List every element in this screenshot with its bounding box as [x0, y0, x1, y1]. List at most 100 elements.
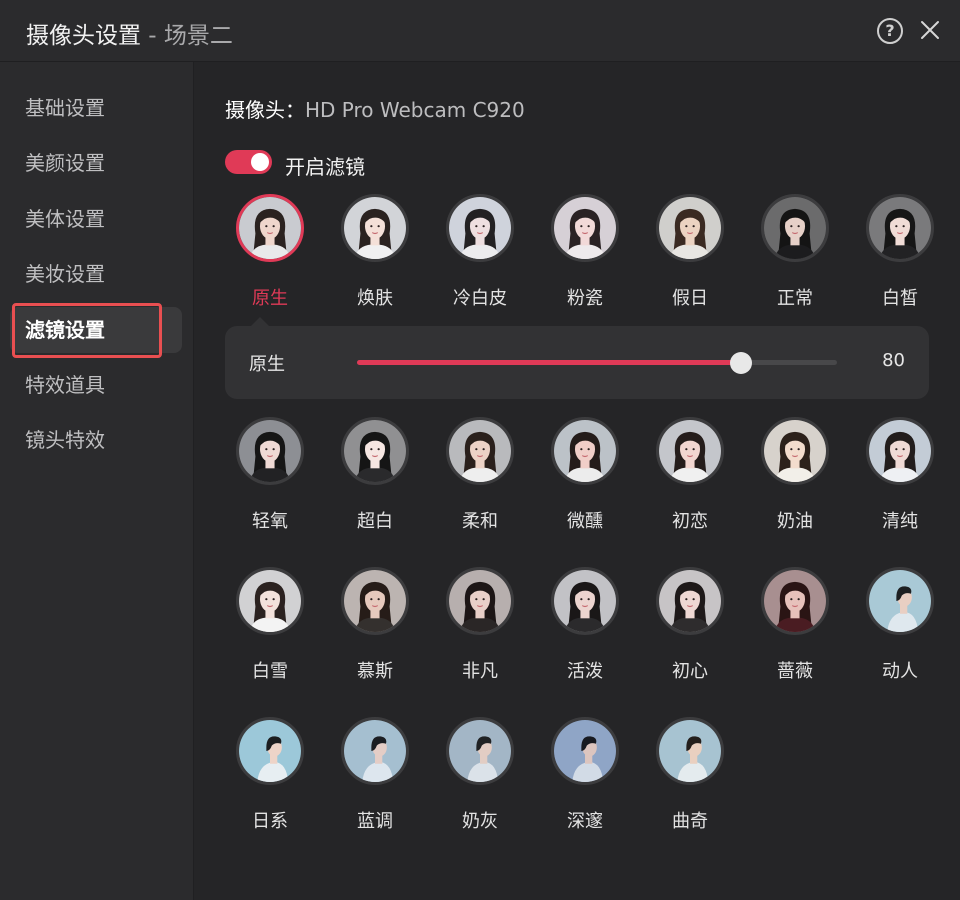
filter-item[interactable]: 活泼 — [540, 567, 630, 687]
panel-pointer — [250, 317, 270, 327]
filter-item[interactable]: 白雪 — [225, 567, 315, 687]
filter-label: 深邃 — [567, 811, 603, 832]
title-bar: 摄像头设置 - 场景二 ? — [0, 0, 960, 62]
filter-thumbnail[interactable] — [656, 567, 724, 635]
filter-label: 原生 — [252, 288, 288, 309]
filter-thumbnail[interactable] — [236, 717, 304, 785]
filter-label: 假日 — [672, 288, 708, 309]
sidebar-item-label: 美颜设置 — [25, 151, 105, 175]
sidebar-item-label: 特效道具 — [25, 373, 105, 397]
slider-fill — [357, 360, 741, 365]
filter-item[interactable]: 柔和 — [435, 417, 525, 537]
filter-label: 曲奇 — [672, 811, 708, 832]
filter-settings-panel: 摄像头：HD Pro Webcam C920 开启滤镜 原生 焕肤 冷白皮 粉瓷 假日 正… — [195, 62, 960, 900]
filter-thumbnail[interactable] — [551, 417, 619, 485]
filter-thumbnail[interactable] — [656, 717, 724, 785]
sidebar-item-effects[interactable]: 特效道具 — [10, 362, 182, 408]
filter-item[interactable]: 曲奇 — [645, 717, 735, 837]
filter-thumbnail[interactable] — [551, 194, 619, 262]
filter-thumbnail[interactable] — [446, 417, 514, 485]
filter-label: 初心 — [672, 661, 708, 682]
filter-item[interactable]: 初恋 — [645, 417, 735, 537]
filter-thumbnail[interactable] — [236, 194, 304, 262]
filter-label: 正常 — [777, 288, 813, 309]
filter-label: 活泼 — [567, 661, 603, 682]
filter-thumbnail[interactable] — [446, 194, 514, 262]
window-title-text: 摄像头设置 — [26, 23, 141, 49]
sidebar-item-lens-effects[interactable]: 镜头特效 — [10, 417, 182, 463]
filter-thumbnail[interactable] — [341, 417, 409, 485]
close-icon[interactable] — [916, 16, 944, 44]
filter-thumbnail[interactable] — [866, 194, 934, 262]
filter-thumbnail[interactable] — [656, 417, 724, 485]
filter-item[interactable]: 奶油 — [750, 417, 840, 537]
filter-thumbnail[interactable] — [551, 567, 619, 635]
filter-item[interactable]: 蓝调 — [330, 717, 420, 837]
filter-label: 日系 — [252, 811, 288, 832]
filter-item[interactable]: 超白 — [330, 417, 420, 537]
filter-item[interactable]: 慕斯 — [330, 567, 420, 687]
enable-filter-label: 开启滤镜 — [285, 155, 365, 179]
filter-item[interactable]: 微醺 — [540, 417, 630, 537]
filter-thumbnail[interactable] — [761, 194, 829, 262]
filter-item[interactable]: 清纯 — [855, 417, 945, 537]
filter-item[interactable]: 焕肤 — [330, 194, 420, 314]
filter-label: 超白 — [357, 511, 393, 532]
sidebar-item-label: 镜头特效 — [25, 428, 105, 452]
sidebar-item-body[interactable]: 美体设置 — [10, 196, 182, 242]
intensity-slider[interactable] — [357, 352, 837, 374]
sidebar-item-basic[interactable]: 基础设置 — [10, 85, 182, 131]
filter-item[interactable]: 粉瓷 — [540, 194, 630, 314]
filter-item[interactable]: 日系 — [225, 717, 315, 837]
filter-item[interactable]: 非凡 — [435, 567, 525, 687]
filter-label: 焕肤 — [357, 288, 393, 309]
slider-thumb[interactable] — [730, 352, 752, 374]
filter-thumbnail[interactable] — [761, 417, 829, 485]
filter-thumbnail[interactable] — [236, 567, 304, 635]
enable-filter-toggle[interactable] — [225, 150, 272, 174]
filter-item[interactable]: 正常 — [750, 194, 840, 314]
filter-thumbnail[interactable] — [866, 567, 934, 635]
filter-thumbnail[interactable] — [446, 567, 514, 635]
filter-thumbnail[interactable] — [866, 417, 934, 485]
filter-item[interactable]: 动人 — [855, 567, 945, 687]
sidebar-item-label: 美体设置 — [25, 207, 105, 231]
filter-label: 奶油 — [777, 511, 813, 532]
filter-item[interactable]: 白皙 — [855, 194, 945, 314]
camera-prefix: 摄像头： — [225, 98, 305, 122]
filter-thumbnail[interactable] — [341, 194, 409, 262]
filter-item[interactable]: 冷白皮 — [435, 194, 525, 314]
window-title: 摄像头设置 - 场景二 — [26, 16, 233, 50]
filter-item[interactable]: 奶灰 — [435, 717, 525, 837]
filter-intensity-panel: 原生 80 — [225, 317, 929, 399]
intensity-value: 80 — [882, 350, 905, 371]
filter-label: 轻氧 — [252, 511, 288, 532]
sidebar-item-label: 美妆设置 — [25, 262, 105, 286]
filter-label: 白雪 — [252, 661, 288, 682]
filter-label: 微醺 — [567, 511, 603, 532]
selection-highlight — [12, 303, 162, 358]
sidebar-item-makeup[interactable]: 美妆设置 — [10, 251, 182, 297]
filter-item[interactable]: 初心 — [645, 567, 735, 687]
filter-label: 冷白皮 — [453, 288, 507, 309]
scene-name: - 场景二 — [141, 23, 233, 49]
filter-thumbnail[interactable] — [341, 717, 409, 785]
filter-item[interactable]: 深邃 — [540, 717, 630, 837]
help-icon[interactable]: ? — [877, 18, 903, 44]
filter-thumbnail[interactable] — [236, 417, 304, 485]
filter-thumbnail[interactable] — [446, 717, 514, 785]
filter-item[interactable]: 蔷薇 — [750, 567, 840, 687]
filter-thumbnail[interactable] — [551, 717, 619, 785]
toggle-knob — [251, 153, 269, 171]
filter-thumbnail[interactable] — [656, 194, 724, 262]
settings-sidebar: 基础设置 美颜设置 美体设置 美妆设置 滤镜设置 特效道具 镜头特效 — [0, 62, 194, 900]
filter-thumbnail[interactable] — [341, 567, 409, 635]
filter-thumbnail[interactable] — [761, 567, 829, 635]
filter-item[interactable]: 轻氧 — [225, 417, 315, 537]
filter-item[interactable]: 原生 — [225, 194, 315, 314]
sidebar-item-filter[interactable]: 滤镜设置 — [10, 303, 182, 358]
filter-item[interactable]: 假日 — [645, 194, 735, 314]
sidebar-item-beauty[interactable]: 美颜设置 — [10, 140, 182, 186]
sidebar-item-label: 基础设置 — [25, 96, 105, 120]
filter-label: 蔷薇 — [777, 661, 813, 682]
